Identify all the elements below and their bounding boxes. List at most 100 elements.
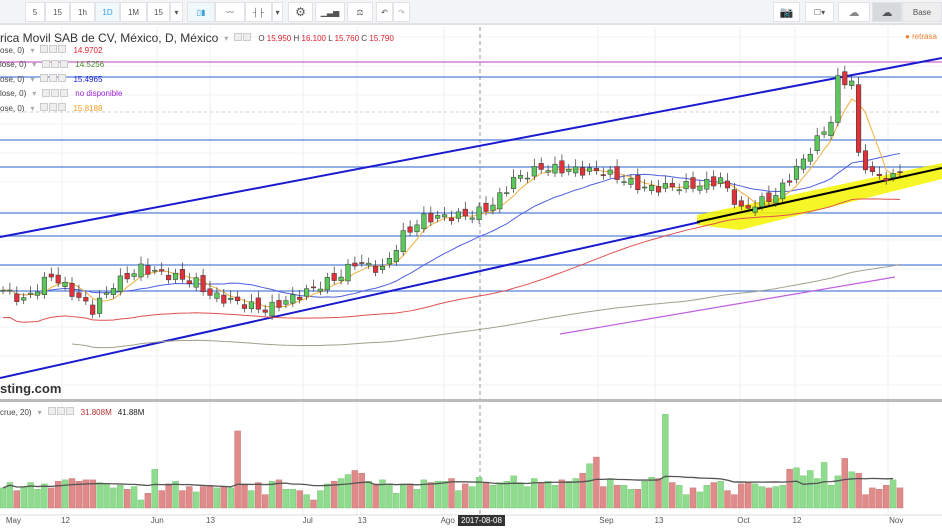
compare-button[interactable]: ⚖ — [347, 2, 373, 22]
volume-bar — [75, 481, 83, 509]
candle — [442, 214, 448, 218]
color-button[interactable]: ☐▾ — [805, 2, 834, 22]
volume-bar — [682, 494, 690, 509]
volume-bar — [669, 482, 676, 509]
redo-button[interactable]: ↷ — [393, 2, 410, 22]
volume-bar — [627, 489, 635, 509]
indicator-legend: ose, 0) ▾ 14.9702 — [0, 45, 103, 55]
symbol-title: rica Movil SAB de CV, México, D, México — [0, 31, 219, 45]
indicator-value: 14.5256 — [75, 60, 105, 69]
candle — [490, 204, 496, 211]
volume-bar — [820, 462, 828, 509]
candle — [41, 276, 47, 295]
interval-dropdown[interactable]: ▾ — [170, 2, 183, 22]
volume-bar — [613, 485, 621, 509]
interval-1d[interactable]: 1D — [95, 2, 120, 22]
chevron-down-icon: ▾ — [224, 33, 229, 43]
legend-buttons[interactable] — [42, 59, 69, 70]
indicators-button[interactable]: ▁▃▅ — [315, 2, 345, 22]
volume-bar — [400, 485, 407, 509]
volume-bar — [117, 485, 124, 509]
candle — [607, 169, 613, 175]
volume-bar — [462, 483, 469, 509]
candle — [124, 272, 130, 280]
interval-1h[interactable]: 1h — [70, 2, 95, 22]
interval-1m[interactable]: 1M — [120, 2, 147, 22]
legend-buttons[interactable] — [40, 45, 67, 55]
indicator-value: 14.9702 — [73, 45, 103, 55]
volume-bar — [607, 478, 614, 509]
volume-bar — [186, 486, 193, 509]
candle — [297, 296, 303, 300]
volume-bar — [241, 485, 248, 509]
interval-15[interactable]: 15 — [45, 2, 70, 22]
bars-button[interactable]: ┤├ — [245, 2, 272, 22]
candle — [352, 262, 358, 267]
volume-bar — [34, 489, 41, 509]
candle — [48, 273, 54, 278]
base-button[interactable]: Base — [902, 2, 942, 22]
load-button[interactable]: ☁ — [838, 2, 870, 22]
candle — [469, 217, 475, 220]
candle — [787, 180, 793, 183]
volume-bar — [600, 486, 607, 509]
volume-bar — [779, 485, 786, 509]
volume-bar — [227, 487, 234, 509]
interval-custom[interactable]: 15 — [147, 2, 170, 22]
legend-buttons[interactable] — [234, 33, 252, 43]
candle — [90, 304, 96, 315]
volume-bar — [648, 476, 655, 509]
volume-bar — [676, 485, 683, 509]
volume-bar — [572, 478, 579, 509]
candle — [117, 275, 123, 292]
candle — [800, 158, 806, 170]
candle — [600, 174, 606, 176]
candle — [669, 183, 675, 188]
volume-bar — [179, 490, 186, 509]
volume-bar — [344, 474, 352, 509]
volume-bar — [199, 486, 207, 509]
legend-buttons[interactable] — [40, 74, 67, 84]
volume-bar — [413, 489, 421, 509]
volume-bar — [869, 487, 876, 509]
volume-bar — [68, 478, 76, 509]
candle — [690, 177, 696, 189]
legend-buttons[interactable] — [40, 103, 67, 113]
legend-buttons[interactable] — [47, 407, 75, 417]
volume-bar — [482, 482, 490, 509]
indicator-value: no disponible — [75, 89, 123, 98]
chart-type-dropdown[interactable]: ▾ — [272, 2, 283, 22]
candle — [869, 166, 875, 172]
candle — [338, 276, 344, 281]
save-button[interactable]: ☁ — [872, 2, 902, 22]
candle — [497, 192, 503, 210]
candles-button[interactable]: ▯▮ — [187, 2, 215, 22]
candle — [793, 165, 800, 180]
candle — [531, 166, 537, 177]
snapshot-button[interactable]: 📷 — [773, 2, 800, 22]
candle — [269, 301, 275, 317]
volume-bar — [234, 430, 241, 509]
candle — [683, 180, 689, 190]
candle — [166, 274, 172, 281]
volume-bar — [372, 483, 379, 509]
candle — [83, 297, 89, 302]
legend-buttons[interactable] — [42, 88, 69, 99]
price-chart[interactable] — [0, 27, 942, 530]
candle — [97, 297, 103, 314]
candle — [724, 180, 731, 189]
candle — [428, 213, 434, 223]
indicator-value: 15.8188 — [73, 103, 103, 113]
candle — [462, 208, 468, 217]
settings-button[interactable]: ⚙ — [288, 2, 313, 22]
line-chart-button[interactable]: 〰 — [215, 2, 245, 22]
indicator-legend: lose, 0) ▾ 14.5256 — [0, 59, 105, 70]
redo-icon: ↷ — [398, 7, 405, 17]
candle — [780, 182, 786, 200]
volume-bar — [579, 472, 586, 509]
undo-button[interactable]: ↶ — [376, 2, 393, 22]
volume-bar — [303, 494, 310, 509]
x-axis-label: Sep — [599, 516, 614, 525]
candle — [842, 71, 848, 86]
interval-5[interactable]: 5 — [25, 2, 45, 22]
